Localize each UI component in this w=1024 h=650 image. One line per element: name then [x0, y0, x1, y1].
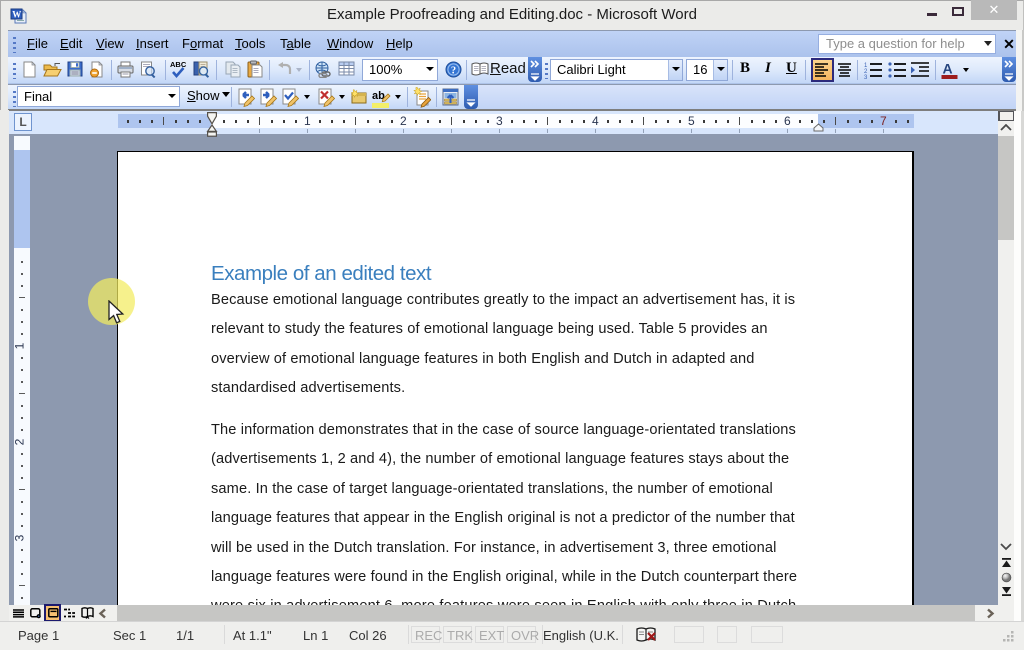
- svg-text:A: A: [943, 61, 953, 77]
- svg-text:W: W: [12, 10, 21, 20]
- svg-text:3: 3: [864, 75, 868, 79]
- svg-text:?: ?: [451, 65, 456, 76]
- svg-text:ABC: ABC: [170, 60, 187, 69]
